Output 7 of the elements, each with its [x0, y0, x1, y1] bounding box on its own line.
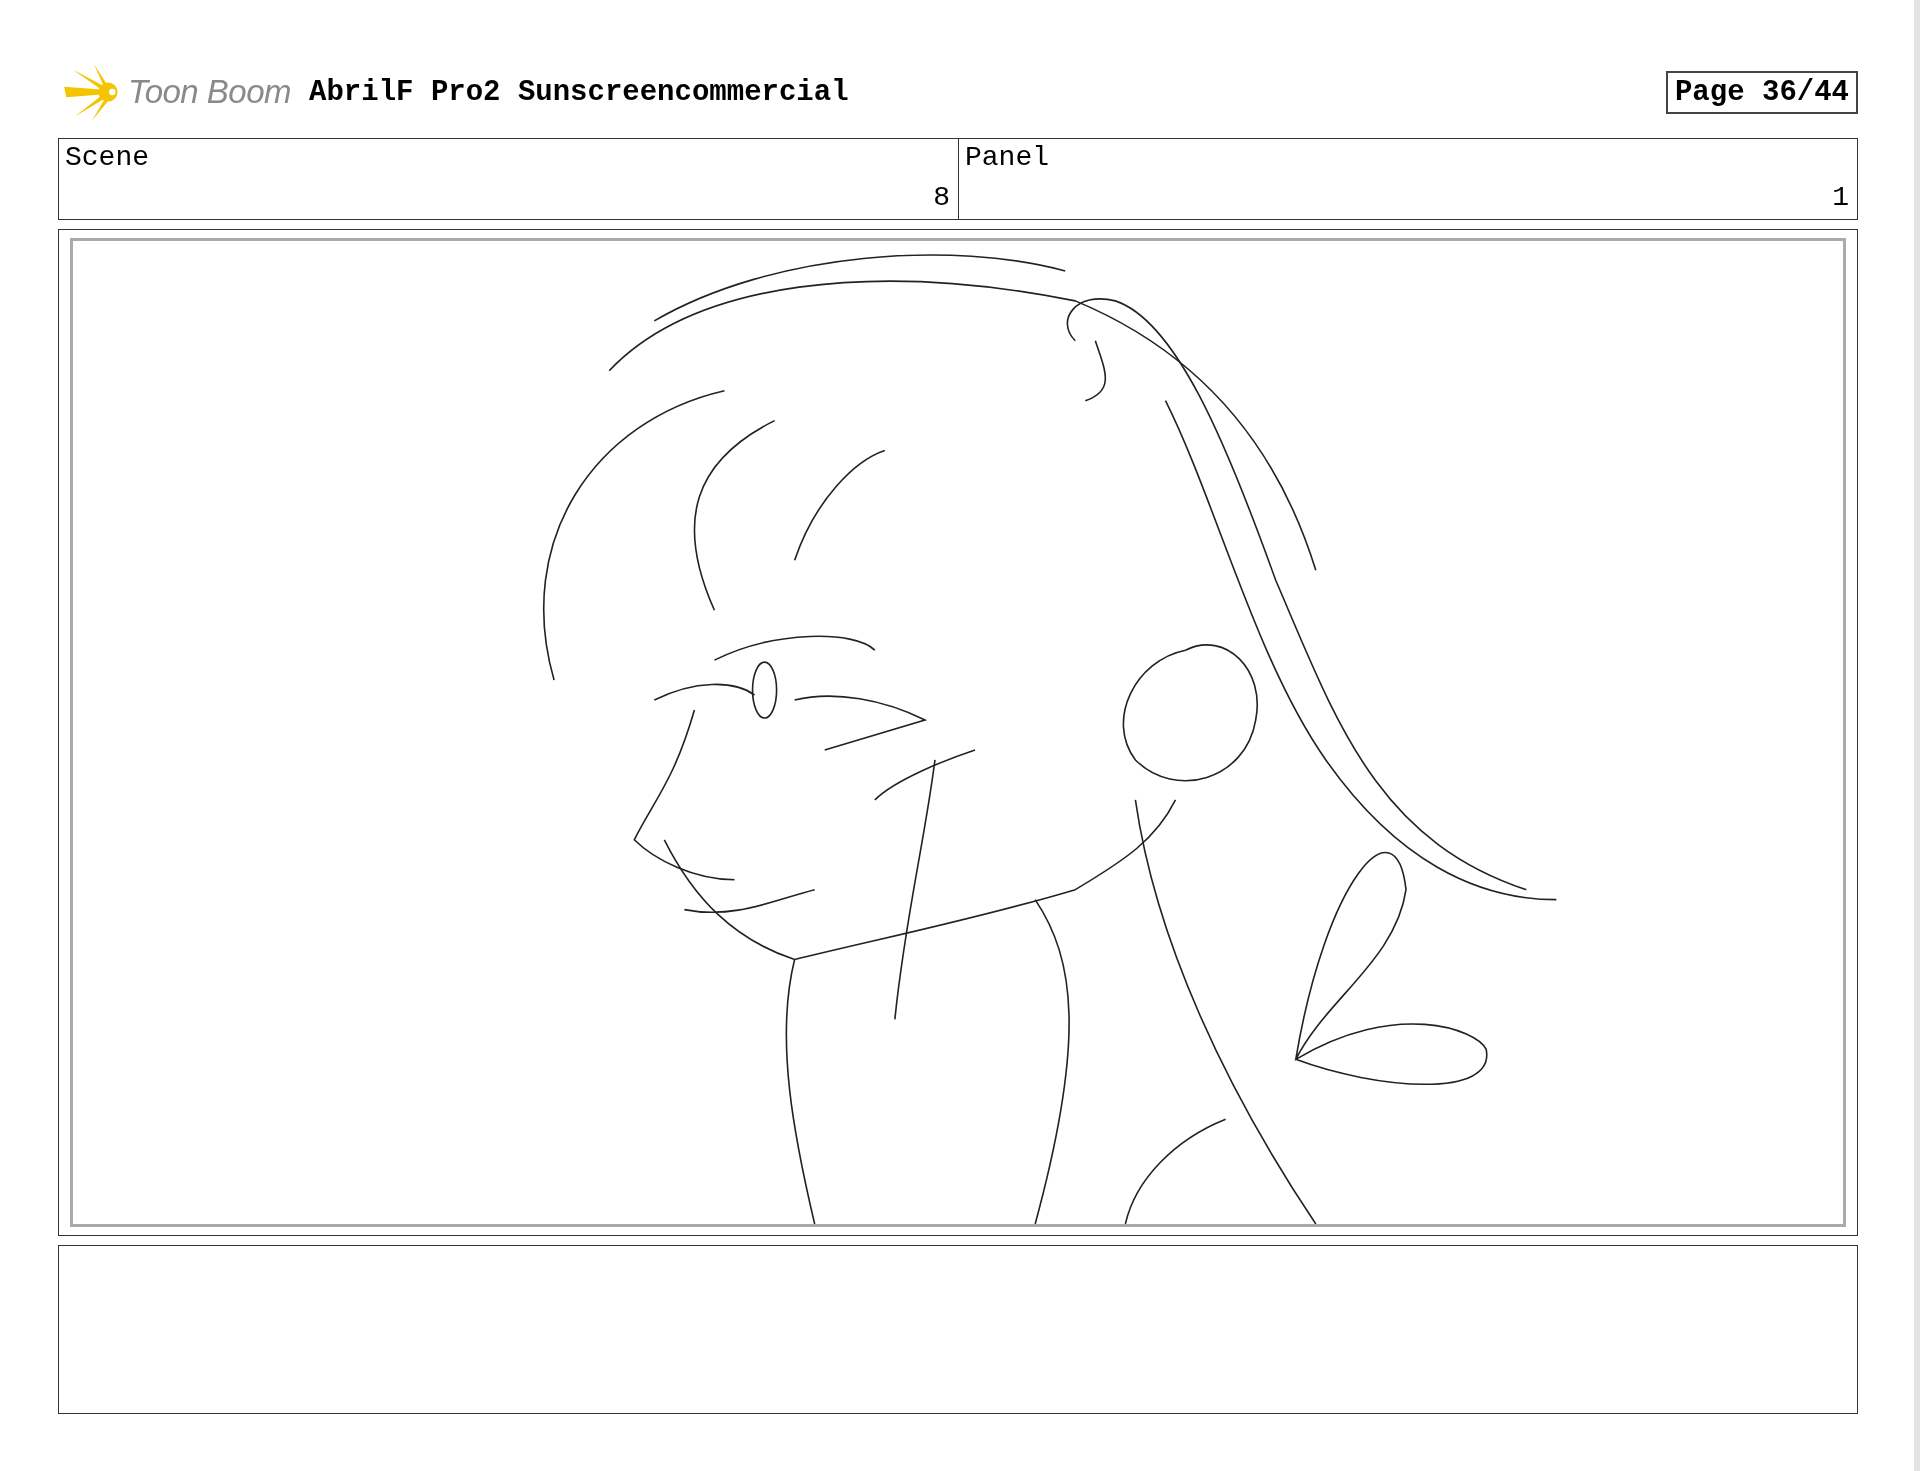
page-number: Page 36/44	[1665, 70, 1858, 114]
panel-label: Panel	[965, 142, 1050, 173]
scene-label: Scene	[65, 142, 150, 173]
scene-number: 8	[933, 182, 950, 213]
panel-number: 1	[1832, 182, 1849, 213]
storyboard-title: AbrilF Pro2 Sunscreencommercial	[309, 75, 849, 109]
logo-text: Toon Boom	[128, 73, 292, 111]
